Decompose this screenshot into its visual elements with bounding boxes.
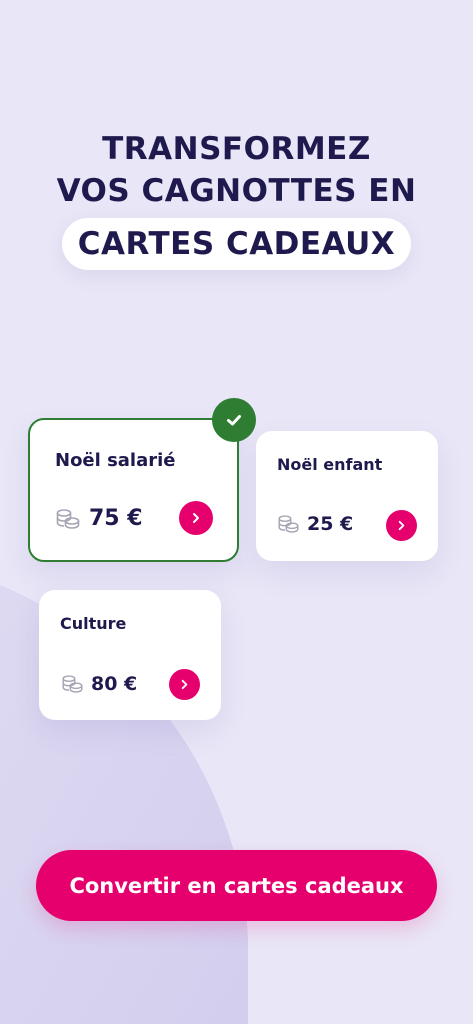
chevron-right-icon bbox=[193, 513, 199, 523]
card-title: Noël enfant bbox=[277, 455, 383, 474]
card-arrow-button[interactable] bbox=[179, 501, 213, 535]
check-icon bbox=[227, 415, 241, 426]
convert-button[interactable]: Convertir en cartes cadeaux bbox=[36, 850, 437, 921]
headline-line-1: TRANSFORMEZ bbox=[102, 131, 371, 167]
coins-icon bbox=[278, 515, 299, 533]
card-amount: 25 € bbox=[307, 513, 354, 535]
card-amount-row: 25 € bbox=[277, 513, 353, 535]
card-amount-row: 80 € bbox=[61, 673, 137, 695]
card-amount: 75 € bbox=[89, 506, 143, 531]
card-title: Culture bbox=[60, 614, 127, 633]
card-amount: 80 € bbox=[91, 673, 138, 695]
card-arrow-button[interactable] bbox=[386, 510, 417, 541]
headline-highlight-wrap: CARTES CADEAUX bbox=[0, 218, 473, 270]
card-amount-row: 75 € bbox=[55, 506, 143, 531]
selected-check-badge bbox=[212, 398, 256, 442]
card-noel-salarie[interactable]: Noël salarié 75 € bbox=[28, 418, 239, 562]
headline-line-2: VOS CAGNOTTES EN bbox=[56, 173, 417, 209]
chevron-right-icon bbox=[398, 520, 405, 531]
card-culture[interactable]: Culture 80 € bbox=[39, 590, 221, 720]
card-noel-enfant[interactable]: Noël enfant 25 € bbox=[256, 431, 438, 561]
chevron-right-icon bbox=[181, 679, 188, 690]
headline-highlight: CARTES CADEAUX bbox=[61, 218, 412, 270]
headline: TRANSFORMEZ VOS CAGNOTTES EN CARTES CADE… bbox=[0, 128, 473, 270]
coins-icon bbox=[62, 675, 83, 693]
card-title: Noël salarié bbox=[55, 450, 176, 471]
coins-icon bbox=[56, 508, 80, 529]
card-arrow-button[interactable] bbox=[169, 669, 200, 700]
